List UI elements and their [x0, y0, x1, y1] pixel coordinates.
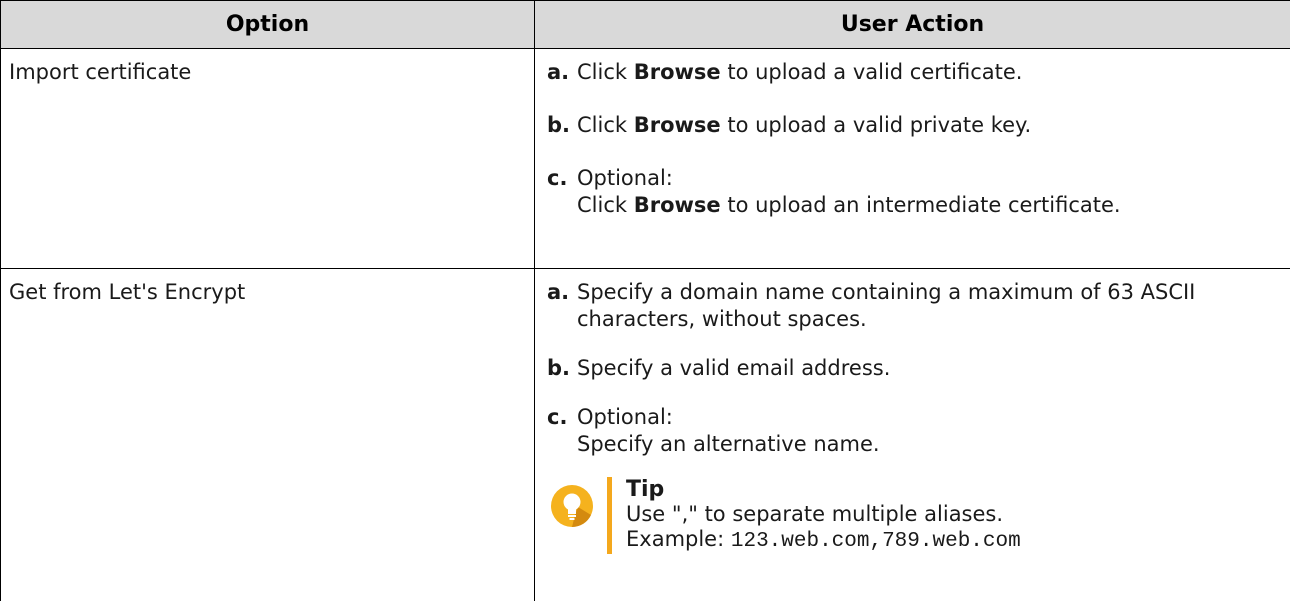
tip-callout: Tip Use "," to separate multiple aliases…	[547, 477, 1282, 554]
option-cell: Get from Let's Encrypt	[1, 269, 535, 601]
step-letter: b.	[547, 112, 577, 139]
example-label: Example:	[626, 527, 731, 551]
step-text: Optional: Click Browse to upload an inte…	[577, 165, 1282, 219]
step-text: Click Browse to upload a valid private k…	[577, 112, 1282, 139]
step-letter: a.	[547, 59, 577, 86]
step-a: a. Specify a domain name containing a ma…	[547, 279, 1282, 333]
optional-label: Optional:	[577, 166, 673, 190]
step-a: a. Click Browse to upload a valid certif…	[547, 59, 1282, 86]
step-c: c. Optional: Click Browse to upload an i…	[547, 165, 1282, 219]
optional-label: Optional:	[577, 405, 673, 429]
step-b: b. Specify a valid email address.	[547, 355, 1282, 382]
step-letter: c.	[547, 165, 577, 219]
table-row: Import certificate a. Click Browse to up…	[1, 49, 1290, 269]
table-header-row: Option User Action	[1, 1, 1290, 49]
column-header-user-action: User Action	[535, 1, 1290, 49]
step-text: Specify a domain name containing a maxim…	[577, 279, 1282, 333]
options-table: Option User Action Import certificate a.…	[0, 0, 1290, 601]
lightbulb-icon	[551, 485, 593, 527]
step-b: b. Click Browse to upload a valid privat…	[547, 112, 1282, 139]
browse-keyword: Browse	[634, 113, 721, 137]
option-import-certificate: Import certificate	[9, 60, 191, 84]
option-cell: Import certificate	[1, 49, 535, 269]
browse-keyword: Browse	[634, 60, 721, 84]
option-lets-encrypt: Get from Let's Encrypt	[9, 280, 245, 304]
example-code: 123.web.com,789.web.com	[731, 530, 1021, 553]
step-text: Optional: Specify an alternative name.	[577, 404, 1282, 458]
step-letter: b.	[547, 355, 577, 382]
tip-title: Tip	[626, 477, 1021, 502]
tip-example: Example: 123.web.com,789.web.com	[626, 527, 1021, 554]
tip-line: Use "," to separate multiple aliases.	[626, 502, 1021, 527]
browse-keyword: Browse	[634, 193, 721, 217]
step-c: c. Optional: Specify an alternative name…	[547, 404, 1282, 458]
actions-cell: a. Click Browse to upload a valid certif…	[535, 49, 1290, 269]
actions-cell: a. Specify a domain name containing a ma…	[535, 269, 1290, 601]
step-letter: a.	[547, 279, 577, 333]
tip-content: Tip Use "," to separate multiple aliases…	[612, 477, 1021, 554]
step-letter: c.	[547, 404, 577, 458]
table-row: Get from Let's Encrypt a. Specify a doma…	[1, 269, 1290, 601]
step-text: Specify a valid email address.	[577, 355, 1282, 382]
step-text: Click Browse to upload a valid certifica…	[577, 59, 1282, 86]
column-header-option: Option	[1, 1, 535, 49]
